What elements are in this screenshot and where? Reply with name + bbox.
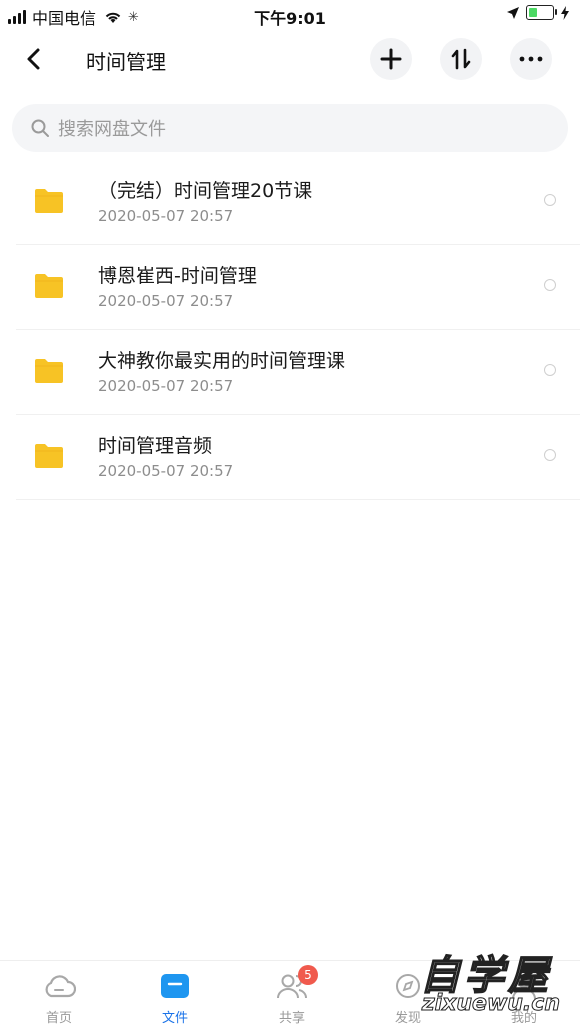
file-date: 2020-05-07 20:57 xyxy=(98,292,234,310)
folder-icon xyxy=(35,359,63,383)
search-placeholder: 搜索网盘文件 xyxy=(58,119,166,140)
tab-label: 发现 xyxy=(394,1011,421,1026)
folder-icon xyxy=(35,189,63,213)
select-radio[interactable] xyxy=(544,449,556,461)
notification-badge: 5 xyxy=(298,965,318,985)
sort-icon xyxy=(451,48,471,70)
select-radio[interactable] xyxy=(544,364,556,376)
tab-label: 共享 xyxy=(278,1011,305,1026)
plus-icon xyxy=(380,48,402,70)
tab-discover[interactable]: 发现 xyxy=(368,969,448,1026)
file-date: 2020-05-07 20:57 xyxy=(98,207,234,225)
add-button[interactable] xyxy=(370,38,412,80)
tab-label: 首页 xyxy=(45,1011,72,1026)
battery-icon xyxy=(526,5,557,20)
tab-label: 我的 xyxy=(510,1011,537,1026)
user-icon xyxy=(512,974,536,1000)
status-right xyxy=(506,5,570,20)
cloud-icon xyxy=(45,975,76,998)
page-title: 时间管理 xyxy=(86,50,166,74)
search-bar[interactable]: 搜索网盘文件 xyxy=(12,104,568,152)
charging-icon xyxy=(561,5,569,20)
file-row[interactable]: 时间管理音频 2020-05-07 20:57 xyxy=(16,415,580,500)
file-list: （完结）时间管理20节课 2020-05-07 20:57 博恩崔西-时间管理 … xyxy=(0,160,580,500)
file-name: 大神教你最实用的时间管理课 xyxy=(98,350,346,372)
folder-icon xyxy=(161,974,189,998)
location-icon xyxy=(507,6,519,19)
tab-home[interactable]: 首页 xyxy=(19,969,99,1026)
nav-bar: 时间管理 xyxy=(0,36,580,84)
more-button[interactable] xyxy=(510,38,552,80)
discover-icon xyxy=(396,974,420,998)
back-arrow-icon xyxy=(27,48,40,70)
tab-bar: 首页 文件 5 共享 发现 我的 xyxy=(0,960,580,1032)
back-button[interactable] xyxy=(20,44,50,74)
folder-icon xyxy=(35,274,63,298)
file-row[interactable]: （完结）时间管理20节课 2020-05-07 20:57 xyxy=(16,160,580,245)
select-radio[interactable] xyxy=(544,194,556,206)
file-row[interactable]: 博恩崔西-时间管理 2020-05-07 20:57 xyxy=(16,245,580,330)
folder-icon xyxy=(35,444,63,468)
search-icon xyxy=(31,119,49,137)
status-bar: 中国电信 ✳ 下午9:01 xyxy=(0,0,580,30)
select-radio[interactable] xyxy=(544,279,556,291)
tab-label: 文件 xyxy=(161,1011,188,1026)
file-name: （完结）时间管理20节课 xyxy=(98,180,313,202)
tab-me[interactable]: 我的 xyxy=(484,969,564,1026)
file-row[interactable]: 大神教你最实用的时间管理课 2020-05-07 20:57 xyxy=(16,330,580,415)
sort-button[interactable] xyxy=(440,38,482,80)
file-name: 时间管理音频 xyxy=(98,435,213,457)
more-icon xyxy=(519,56,543,62)
file-name: 博恩崔西-时间管理 xyxy=(98,265,257,287)
tab-share[interactable]: 5 共享 xyxy=(252,965,332,1026)
status-time: 下午9:01 xyxy=(254,9,326,28)
tab-files[interactable]: 文件 xyxy=(135,969,215,1026)
file-date: 2020-05-07 20:57 xyxy=(98,462,234,480)
file-date: 2020-05-07 20:57 xyxy=(98,377,234,395)
